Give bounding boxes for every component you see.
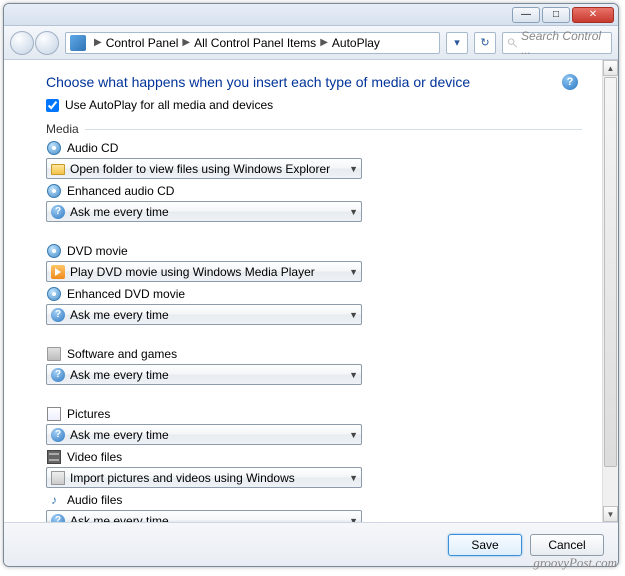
chevron-right-icon: ▶ xyxy=(182,37,190,48)
dvd-movie-dropdown[interactable]: Play DVD movie using Windows Media Playe… xyxy=(46,261,362,282)
back-button[interactable] xyxy=(10,31,34,55)
control-panel-window: — □ ✕ ▶ Control Panel ▶ All Control Pane… xyxy=(3,3,619,567)
folder-icon xyxy=(50,161,66,177)
question-icon: ? xyxy=(50,513,66,523)
media-label: Software and games xyxy=(67,347,177,361)
music-note-icon: ♪ xyxy=(46,492,62,508)
breadcrumb-item[interactable]: AutoPlay xyxy=(332,36,380,50)
chevron-down-icon: ▼ xyxy=(349,430,358,440)
search-input[interactable]: Search Control ... xyxy=(502,32,612,54)
scrollbar-thumb[interactable] xyxy=(604,77,617,467)
media-label: Pictures xyxy=(67,407,110,421)
maximize-button[interactable]: □ xyxy=(542,7,570,23)
play-icon xyxy=(50,264,66,280)
media-label: Enhanced DVD movie xyxy=(67,287,185,301)
question-icon: ? xyxy=(50,367,66,383)
media-group-header: Media xyxy=(46,122,582,136)
chevron-right-icon: ▶ xyxy=(94,37,102,48)
pictures-dropdown[interactable]: ?Ask me every time▼ xyxy=(46,424,362,445)
search-icon xyxy=(507,37,518,49)
chevron-down-icon: ▼ xyxy=(349,267,358,277)
media-label: Audio files xyxy=(67,493,122,507)
software-icon xyxy=(46,346,62,362)
chevron-down-icon: ▼ xyxy=(349,473,358,483)
navbar: ▶ Control Panel ▶ All Control Panel Item… xyxy=(4,26,618,60)
chevron-down-icon: ▼ xyxy=(349,310,358,320)
search-placeholder: Search Control ... xyxy=(521,29,607,57)
footer: Save Cancel xyxy=(4,522,618,566)
audio-cd-dropdown[interactable]: Open folder to view files using Windows … xyxy=(46,158,362,179)
use-autoplay-label: Use AutoPlay for all media and devices xyxy=(65,98,273,112)
picture-icon xyxy=(46,406,62,422)
breadcrumb-item[interactable]: All Control Panel Items xyxy=(194,36,316,50)
use-autoplay-checkbox[interactable] xyxy=(46,99,59,112)
cancel-button[interactable]: Cancel xyxy=(530,534,604,556)
vertical-scrollbar[interactable]: ▲ ▼ xyxy=(602,60,618,522)
control-panel-icon xyxy=(70,35,86,51)
audio-files-dropdown[interactable]: ?Ask me every time▼ xyxy=(46,510,362,522)
breadcrumb-item[interactable]: Control Panel xyxy=(106,36,179,50)
chevron-right-icon: ▶ xyxy=(320,37,328,48)
chevron-down-icon: ▼ xyxy=(349,207,358,217)
media-label: DVD movie xyxy=(67,244,128,258)
enhanced-dvd-movie-dropdown[interactable]: ?Ask me every time▼ xyxy=(46,304,362,325)
media-label: Enhanced audio CD xyxy=(67,184,174,198)
software-games-dropdown[interactable]: ?Ask me every time▼ xyxy=(46,364,362,385)
disc-icon xyxy=(46,286,62,302)
use-autoplay-checkbox-row[interactable]: Use AutoPlay for all media and devices xyxy=(46,98,582,112)
close-button[interactable]: ✕ xyxy=(572,7,614,23)
video-icon xyxy=(46,449,62,465)
save-button[interactable]: Save xyxy=(448,534,522,556)
dropdown-history-button[interactable]: ▾ xyxy=(446,32,468,54)
page-heading: Choose what happens when you insert each… xyxy=(46,74,582,90)
question-icon: ? xyxy=(50,307,66,323)
import-icon xyxy=(50,470,66,486)
scroll-up-button[interactable]: ▲ xyxy=(603,60,618,76)
enhanced-audio-cd-dropdown[interactable]: ?Ask me every time▼ xyxy=(46,201,362,222)
address-bar[interactable]: ▶ Control Panel ▶ All Control Panel Item… xyxy=(65,32,440,54)
question-icon: ? xyxy=(50,204,66,220)
video-files-dropdown[interactable]: Import pictures and videos using Windows… xyxy=(46,467,362,488)
forward-button[interactable] xyxy=(35,31,59,55)
help-icon[interactable]: ? xyxy=(562,74,578,90)
chevron-down-icon: ▼ xyxy=(349,370,358,380)
refresh-button[interactable]: ↻ xyxy=(474,32,496,54)
minimize-button[interactable]: — xyxy=(512,7,540,23)
disc-icon xyxy=(46,183,62,199)
media-label: Audio CD xyxy=(67,141,118,155)
question-icon: ? xyxy=(50,427,66,443)
chevron-down-icon: ▼ xyxy=(349,164,358,174)
media-label: Video files xyxy=(67,450,122,464)
disc-icon xyxy=(46,243,62,259)
content-area: Choose what happens when you insert each… xyxy=(4,60,618,522)
disc-icon xyxy=(46,140,62,156)
titlebar: — □ ✕ xyxy=(4,4,618,26)
chevron-down-icon: ▼ xyxy=(349,516,358,523)
scroll-down-button[interactable]: ▼ xyxy=(603,506,618,522)
